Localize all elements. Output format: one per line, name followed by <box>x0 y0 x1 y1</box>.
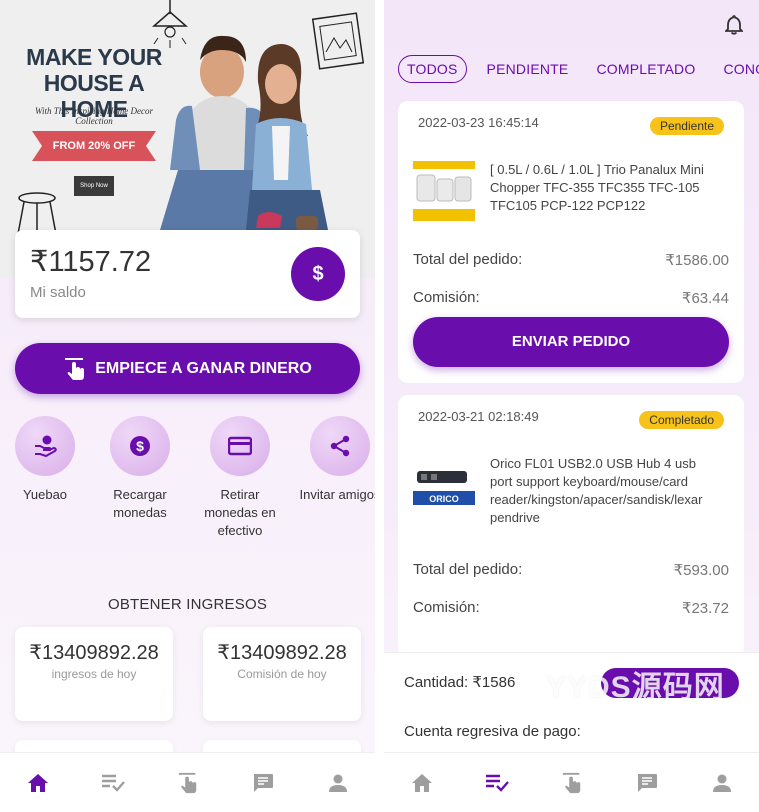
product-thumbnail <box>413 161 475 221</box>
commission-row: Comisión: ₹63.44 <box>413 289 729 307</box>
action-label: Recargar monedas <box>113 487 167 520</box>
tab-frozen[interactable]: CONGELANI <box>715 56 759 82</box>
quantity-value: ₹1586 <box>472 674 516 691</box>
balance-label: Mi saldo <box>30 284 86 301</box>
tab-completed[interactable]: COMPLETADO <box>588 56 703 82</box>
stat-card-today-commission: ₹13409892.28 Comisión de hoy <box>203 627 361 721</box>
status-badge: Pendiente <box>649 117 724 135</box>
action-label: Yuebao <box>22 487 68 502</box>
tab-profile[interactable] <box>684 753 759 812</box>
commission-value: ₹63.44 <box>681 290 729 307</box>
order-list-icon <box>485 774 509 792</box>
total-value: ₹593.00 <box>673 562 729 579</box>
order-date: 2022-03-21 02:18:49 <box>418 409 539 424</box>
quantity-row: Cantidad: ₹1586 <box>404 673 515 691</box>
income-section-title: OBTENER INGRESOS <box>107 596 268 613</box>
balance-dollar-button[interactable]: $ <box>291 247 345 301</box>
order-total-row: Total del pedido: ₹593.00 <box>413 561 729 579</box>
bell-icon[interactable] <box>725 15 743 35</box>
action-recharge[interactable]: $ Recargar monedas <box>95 416 185 522</box>
shop-now-button[interactable]: Shop Now <box>74 176 114 196</box>
stat-card-today-income: ₹13409892.28 ingresos de hoy <box>15 627 173 721</box>
order-filter-tabs: TODOS PENDIENTE COMPLETADO CONGELANI <box>398 54 759 84</box>
action-invite[interactable]: Invitar amigos <box>295 416 375 504</box>
commission-label: Comisión: <box>413 289 480 306</box>
banner-subtitle: With This Inspiring Home Decor Collectio… <box>35 106 153 126</box>
grab-order-icon <box>178 772 196 793</box>
quantity-label: Cantidad: <box>404 674 469 691</box>
action-label: Invitar amigos <box>299 487 375 502</box>
home-screen: MAKE YOUR HOUSE A HOME With This Inspiri… <box>0 0 375 812</box>
messages-icon <box>637 773 657 792</box>
commission-label: Comisión: <box>413 599 480 616</box>
balance-card: ₹1157.72 Mi saldo $ <box>15 230 360 318</box>
start-earning-button[interactable]: EMPIECE A GANAR DINERO <box>15 343 360 394</box>
messages-icon <box>253 773 273 792</box>
balance-amount: ₹1157.72 <box>30 246 152 278</box>
home-icon <box>27 773 48 792</box>
yuebao-icon <box>35 435 57 458</box>
tab-home[interactable] <box>384 753 459 812</box>
action-withdraw[interactable]: Retirar monedas en efectivo <box>195 416 285 540</box>
total-label: Total del pedido: <box>413 561 523 578</box>
profile-icon <box>328 774 347 792</box>
tab-pending[interactable]: PENDIENTE <box>479 56 577 82</box>
recharge-coin-icon: $ <box>130 436 150 456</box>
banner-offer-ribbon: FROM 20% OFF <box>32 131 156 161</box>
tab-grab[interactable] <box>150 753 225 812</box>
product-name: Orico FL01 USB2.0 USB Hub 4 usb port sup… <box>490 456 703 525</box>
start-earning-label: EMPIECE A GANAR DINERO <box>95 359 312 377</box>
tab-home[interactable] <box>0 753 75 812</box>
product-thumbnail: ORICO <box>413 457 475 517</box>
watermark-text: YYDS源码网 <box>546 671 725 704</box>
status-badge: Completado <box>639 411 724 429</box>
orders-screen: TODOS PENDIENTE COMPLETADO CONGELANI 202… <box>384 0 759 812</box>
couple-photo <box>160 35 328 230</box>
stat-value: ₹13409892.28 <box>29 642 159 664</box>
product-name: [ 0.5L / 0.6L / 1.0L ] Trio Panalux Mini… <box>490 162 704 213</box>
stool-doodle-icon <box>17 192 57 234</box>
order-list-icon <box>101 774 125 792</box>
bottom-tabbar <box>0 752 375 812</box>
send-order-button[interactable]: ENVIAR PEDIDO <box>413 317 729 367</box>
tap-hand-icon <box>65 357 85 380</box>
tab-orders[interactable] <box>459 753 534 812</box>
tab-grab[interactable] <box>534 753 609 812</box>
card-icon <box>228 436 252 456</box>
share-icon <box>330 435 350 457</box>
action-yuebao[interactable]: Yuebao <box>0 416 90 504</box>
tab-orders[interactable] <box>75 753 150 812</box>
total-label: Total del pedido: <box>413 251 523 268</box>
bottom-tabbar <box>384 752 759 812</box>
commission-value: ₹23.72 <box>681 600 729 617</box>
order-total-row: Total del pedido: ₹1586.00 <box>413 251 729 269</box>
order-card: 2022-03-23 16:45:14 Pendiente [ 0.5L / 0… <box>398 101 744 383</box>
stat-label: Comisión de hoy <box>237 667 327 681</box>
order-card: 2022-03-21 02:18:49 Completado ORICO Ori… <box>398 395 744 657</box>
commission-row: Comisión: ₹23.72 <box>413 599 729 617</box>
tab-profile[interactable] <box>300 753 375 812</box>
svg-text:$: $ <box>136 438 144 454</box>
tab-messages[interactable] <box>225 753 300 812</box>
grab-order-icon <box>562 772 580 793</box>
order-date: 2022-03-23 16:45:14 <box>418 115 539 130</box>
action-label: Retirar monedas en efectivo <box>204 487 276 538</box>
profile-icon <box>712 774 731 792</box>
total-value: ₹1586.00 <box>665 252 729 269</box>
svg-text:ORICO: ORICO <box>429 494 459 504</box>
stat-label: ingresos de hoy <box>51 667 137 681</box>
countdown-label: Cuenta regresiva de pago: <box>404 723 581 740</box>
stat-value: ₹13409892.28 <box>217 642 347 664</box>
home-icon <box>411 773 432 792</box>
tab-all[interactable]: TODOS <box>398 55 467 83</box>
tab-messages[interactable] <box>609 753 684 812</box>
